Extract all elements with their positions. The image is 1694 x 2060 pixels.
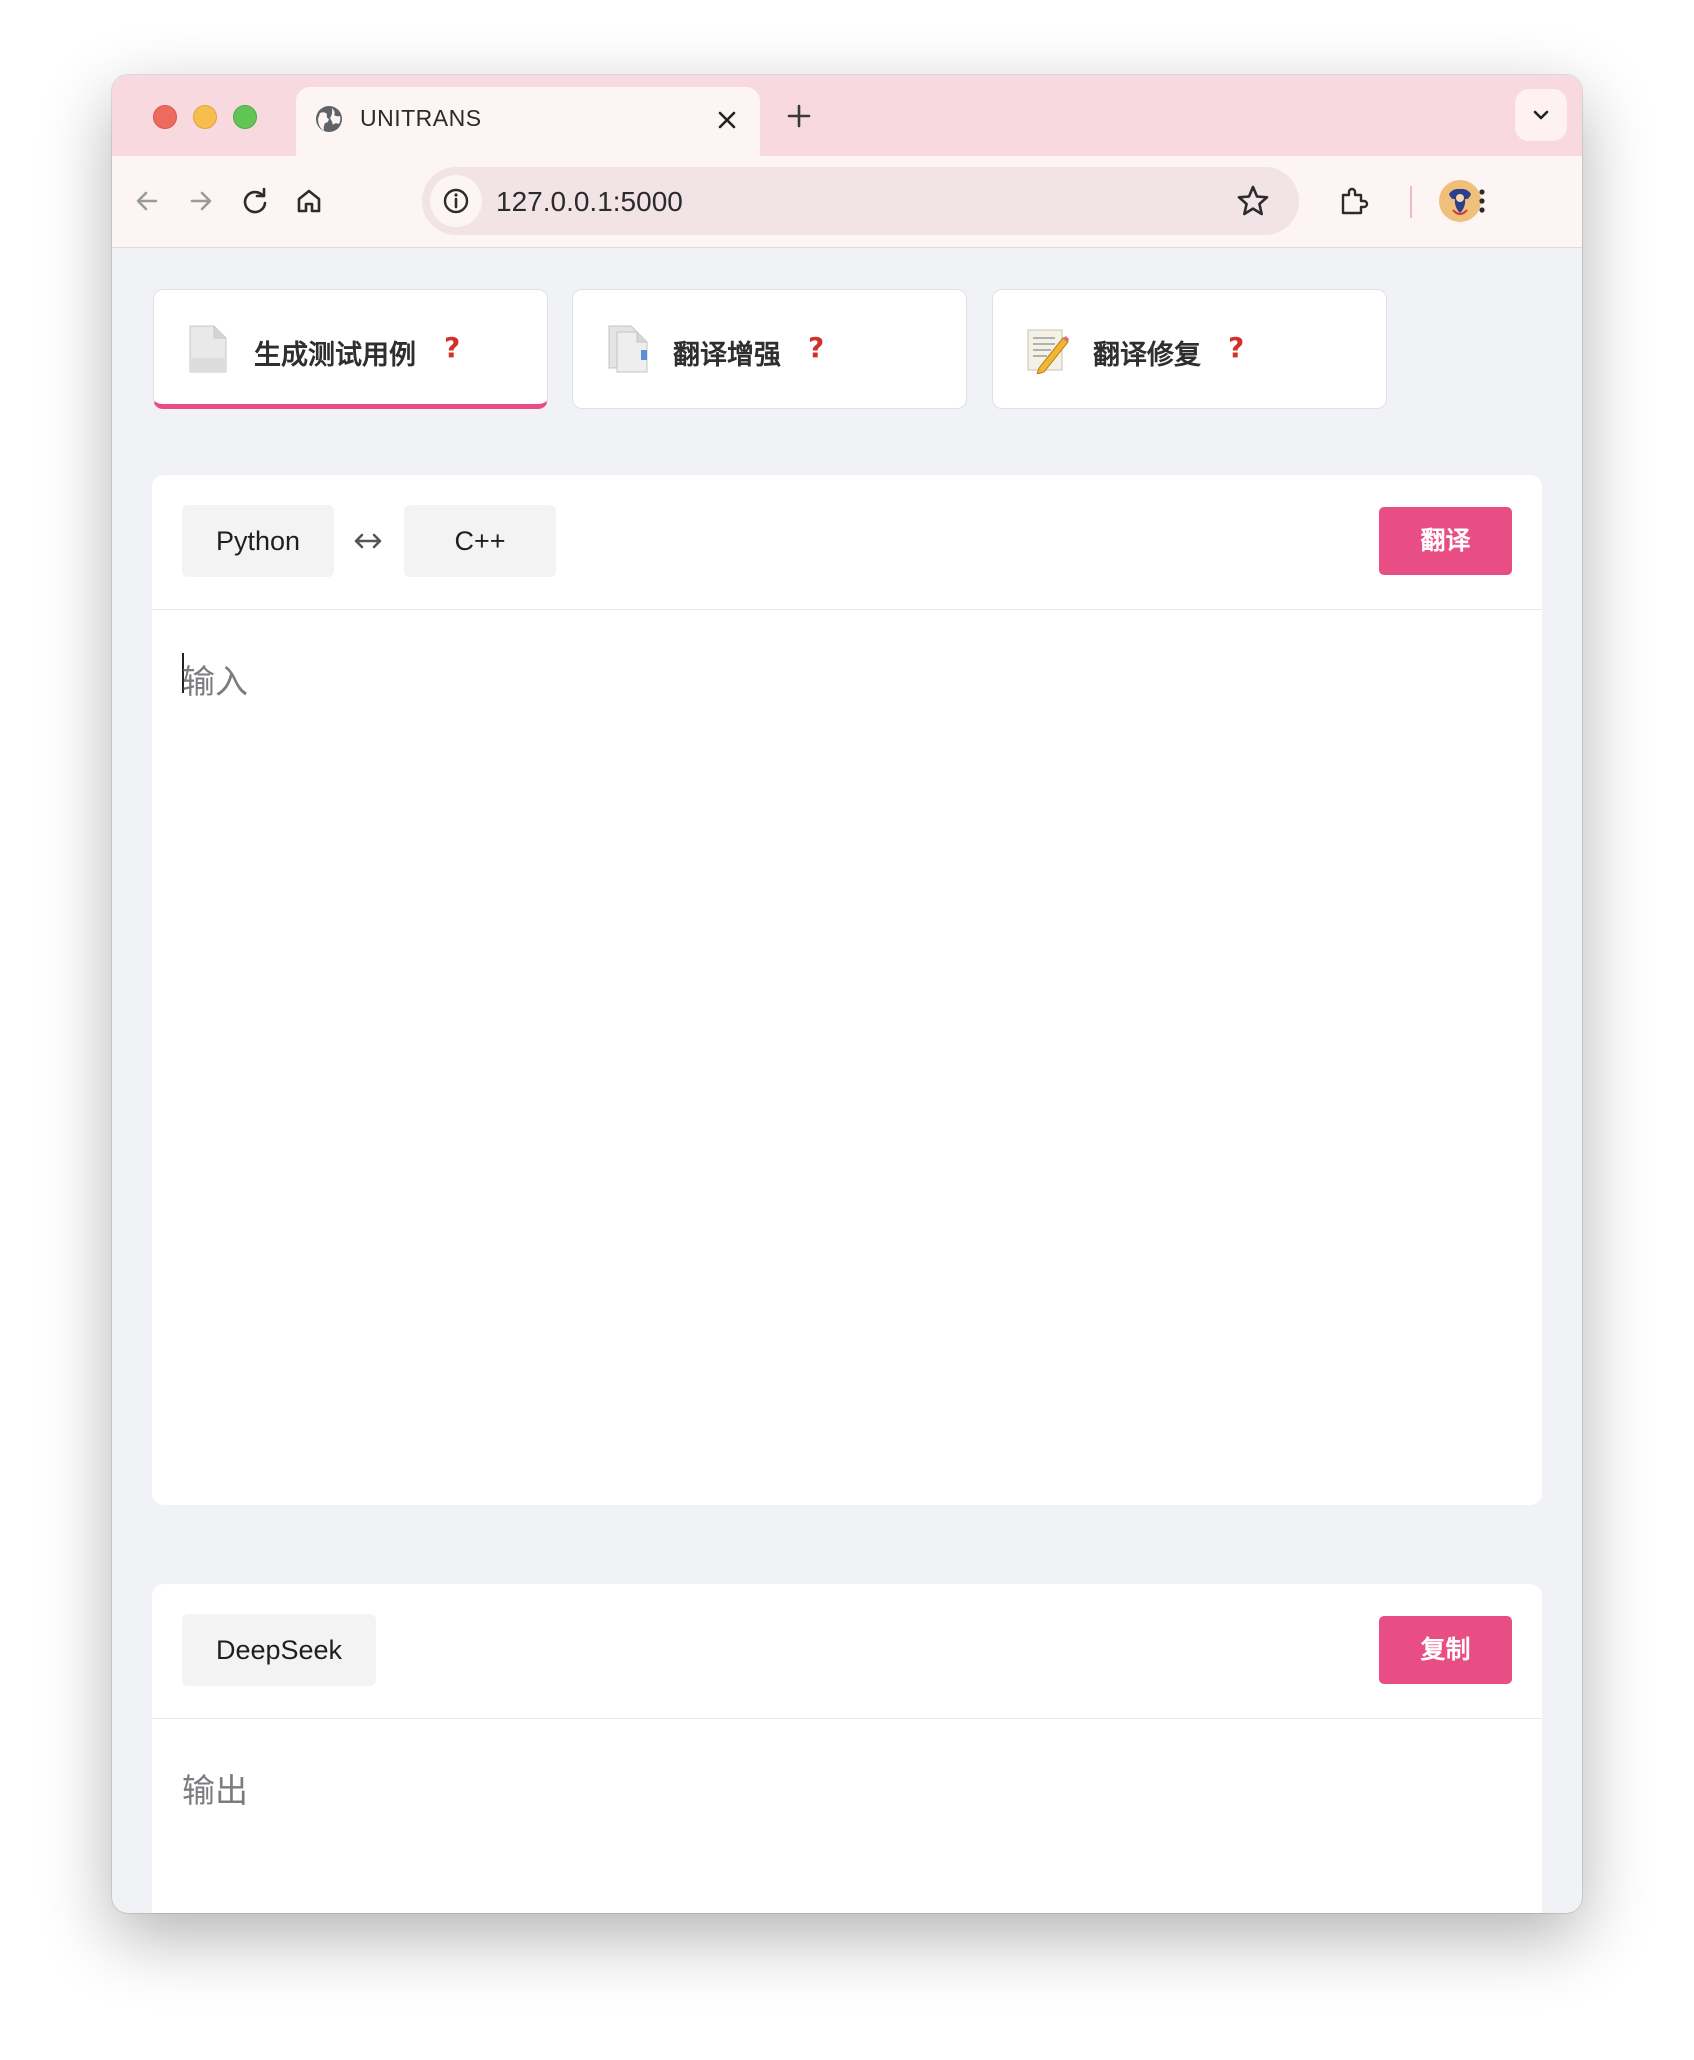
module-label: 翻译修复 xyxy=(1093,340,1201,371)
extensions-icon[interactable] xyxy=(1336,184,1370,218)
target-language-select[interactable]: C++ xyxy=(404,505,556,577)
model-select[interactable]: DeepSeek xyxy=(182,1614,376,1686)
help-question-icon[interactable]: ? xyxy=(1228,331,1244,364)
tab-title: UNITRANS xyxy=(360,105,482,131)
output-panel-header: DeepSeek 复制 xyxy=(152,1584,1542,1719)
site-info-button[interactable] xyxy=(430,175,482,227)
translate-button[interactable]: 翻译 xyxy=(1379,507,1512,575)
module-generate-tests[interactable]: 生成测试用例 ? xyxy=(153,289,548,409)
source-language-select[interactable]: Python xyxy=(182,505,334,577)
info-icon xyxy=(443,188,469,214)
close-tab-icon[interactable] xyxy=(714,107,740,133)
tab-search-button[interactable] xyxy=(1515,89,1567,141)
notepad-pencil-icon xyxy=(1027,329,1069,374)
help-question-icon[interactable]: ? xyxy=(444,331,460,364)
forward-arrow-icon[interactable] xyxy=(184,184,218,218)
back-arrow-icon[interactable] xyxy=(130,184,164,218)
document-icon xyxy=(189,325,227,373)
module-translation-enhance[interactable]: 翻译增强 ? xyxy=(572,289,967,409)
bookmark-star-icon[interactable] xyxy=(1235,183,1271,219)
input-panel: Python C++ 翻译 输入 xyxy=(152,475,1542,1505)
url-text: 127.0.0.1:5000 xyxy=(496,186,683,217)
input-panel-header: Python C++ 翻译 xyxy=(152,475,1542,610)
new-tab-icon[interactable] xyxy=(784,101,814,131)
input-textarea[interactable]: 输入 xyxy=(182,655,1512,1475)
module-label: 翻译增强 xyxy=(673,340,781,371)
module-label: 生成测试用例 xyxy=(254,340,416,371)
maximize-window-button[interactable] xyxy=(233,105,257,129)
address-bar[interactable]: 127.0.0.1:5000 xyxy=(422,167,1299,235)
chevron-down-icon xyxy=(1533,110,1549,120)
documents-icon xyxy=(608,325,648,373)
help-question-icon[interactable]: ? xyxy=(808,331,824,364)
output-panel: DeepSeek 复制 输出 xyxy=(152,1584,1542,1913)
toolbar-separator xyxy=(1410,186,1412,218)
tab-strip: UNITRANS xyxy=(112,75,1582,156)
swap-arrows-icon[interactable] xyxy=(352,525,384,557)
browser-toolbar: 127.0.0.1:5000 xyxy=(112,156,1582,248)
browser-window: UNITRANS 127.0.0.1:5000 生成测试用例 ? 翻译增强 ? … xyxy=(112,75,1582,1913)
kebab-menu-icon[interactable] xyxy=(1465,184,1499,218)
home-icon[interactable] xyxy=(292,184,326,218)
page-content: 生成测试用例 ? 翻译增强 ? 翻译修复 ? Python C++ 翻译 输入 … xyxy=(112,248,1582,1913)
globe-icon xyxy=(316,106,342,132)
module-translation-repair[interactable]: 翻译修复 ? xyxy=(992,289,1387,409)
browser-tab-active[interactable]: UNITRANS xyxy=(296,87,760,156)
close-window-button[interactable] xyxy=(153,105,177,129)
minimize-window-button[interactable] xyxy=(193,105,217,129)
copy-button[interactable]: 复制 xyxy=(1379,1616,1512,1684)
output-textarea[interactable]: 输出 xyxy=(182,1764,1512,1812)
reload-icon[interactable] xyxy=(238,184,272,218)
